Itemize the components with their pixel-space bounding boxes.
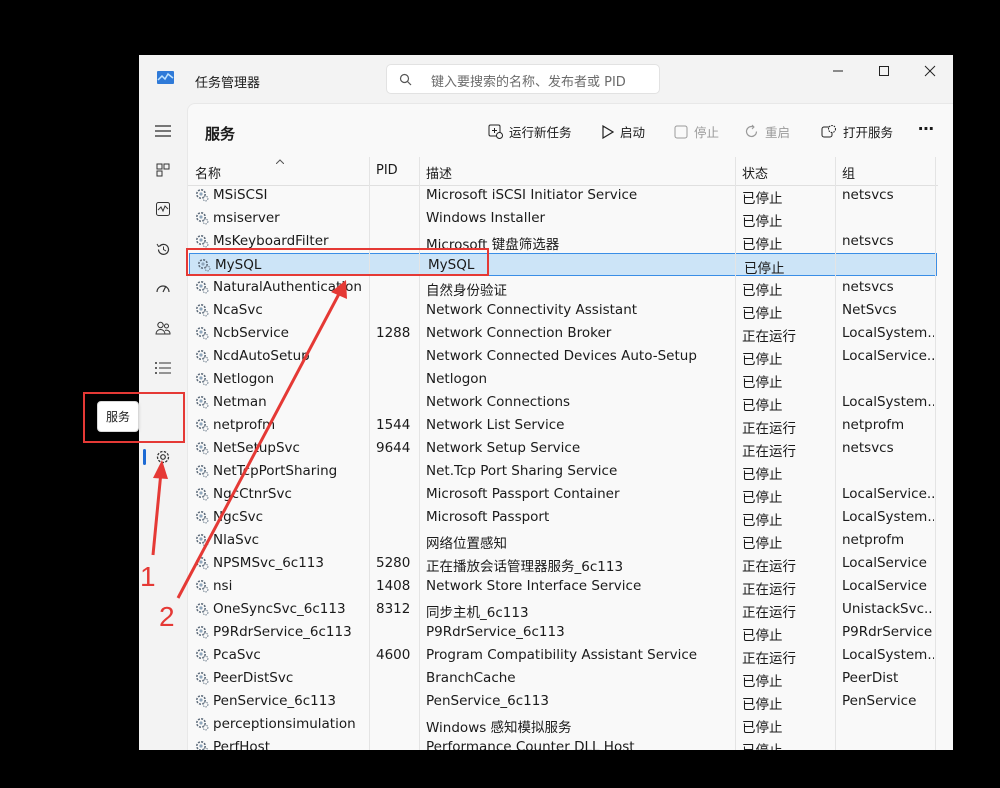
annotation-arrowhead-1 bbox=[153, 460, 168, 479]
annotation-arrow-2 bbox=[176, 291, 342, 599]
annotation-arrows bbox=[151, 280, 347, 599]
annotation-arrow-1 bbox=[151, 471, 163, 556]
annotation-label-2: 2 bbox=[159, 601, 175, 632]
annotation-label-1: 1 bbox=[140, 561, 156, 592]
